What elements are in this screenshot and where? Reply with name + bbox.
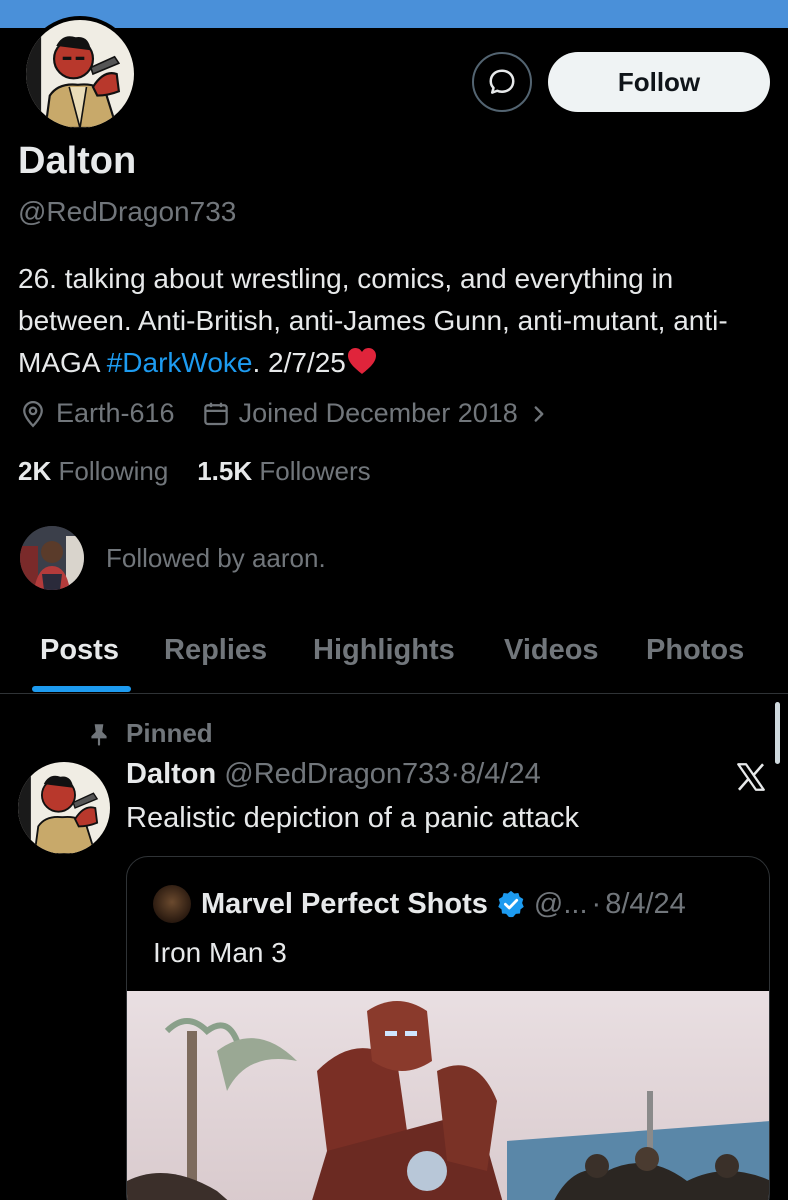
profile-joined-link[interactable]: Joined December 2018 (239, 398, 518, 429)
tab-posts[interactable]: Posts (40, 634, 119, 667)
post-text: Realistic depiction of a panic attack (126, 802, 579, 834)
hellboy-illustration-small (18, 762, 110, 854)
post-header: Dalton @RedDragon733·8/4/24 (126, 758, 541, 791)
bio-date: . 2/7/25 (252, 347, 346, 378)
chevron-right-icon[interactable] (526, 399, 556, 429)
pinned-label: Pinned (86, 718, 213, 749)
tab-replies[interactable]: Replies (164, 634, 267, 667)
tab-highlights[interactable]: Highlights (313, 634, 455, 667)
x-logo-icon[interactable] (734, 760, 768, 794)
profile-meta: Earth-616 Joined December 2018 (18, 398, 564, 429)
tab-photos[interactable]: Photos (646, 634, 744, 667)
pin-icon (86, 721, 112, 747)
profile-display-name: Dalton (18, 140, 137, 182)
followed-by-text: Followed by aaron. (106, 542, 326, 573)
calendar-icon (201, 399, 231, 429)
verified-badge-icon (496, 889, 526, 919)
scrollbar[interactable] (775, 702, 780, 764)
quoted-author-name: Marvel Perfect Shots (201, 887, 488, 920)
post-date[interactable]: 8/4/24 (460, 758, 541, 790)
followed-by-row[interactable]: Followed by aaron. (20, 526, 326, 590)
quoted-post-media[interactable] (127, 991, 769, 1200)
quoted-date: 8/4/24 (605, 887, 686, 920)
quoted-post-header: Marvel Perfect Shots @... · 8/4/24 (153, 885, 686, 923)
bio-hashtag-link[interactable]: #DarkWoke (107, 347, 253, 378)
status-bar (0, 0, 788, 28)
location-pin-icon (18, 399, 48, 429)
following-link[interactable]: 2K Following (18, 456, 168, 486)
quoted-post[interactable]: Marvel Perfect Shots @... · 8/4/24 Iron … (126, 856, 770, 1200)
follow-counts: 2K Following 1.5K Followers (18, 456, 371, 487)
profile-tabs: Posts Replies Highlights Videos Photos (0, 618, 788, 694)
message-button[interactable] (472, 52, 532, 112)
post-author-handle[interactable]: @RedDragon733 (224, 758, 450, 790)
message-circle-icon (489, 69, 515, 94)
follow-button[interactable]: Follow (548, 52, 770, 112)
profile-handle: @RedDragon733 (18, 196, 237, 227)
tab-videos[interactable]: Videos (504, 634, 599, 667)
post-author-avatar[interactable] (18, 762, 110, 854)
profile-avatar[interactable] (22, 16, 138, 132)
quoted-separator: · (591, 887, 602, 920)
quoted-author-handle: @... (533, 887, 588, 920)
post-separator: · (450, 758, 461, 790)
quoted-post-text: Iron Man 3 (153, 937, 287, 968)
followers-link[interactable]: 1.5K Followers (197, 456, 370, 486)
quoted-author-avatar (153, 885, 191, 923)
hellboy-illustration (26, 20, 134, 128)
heart-emoji-icon (346, 346, 378, 388)
active-tab-indicator (32, 686, 131, 692)
profile-location: Earth-616 (56, 398, 175, 428)
post-author-name[interactable]: Dalton (126, 758, 216, 790)
profile-bio: 26. talking about wrestling, comics, and… (18, 258, 778, 388)
follower-avatar (20, 526, 84, 590)
